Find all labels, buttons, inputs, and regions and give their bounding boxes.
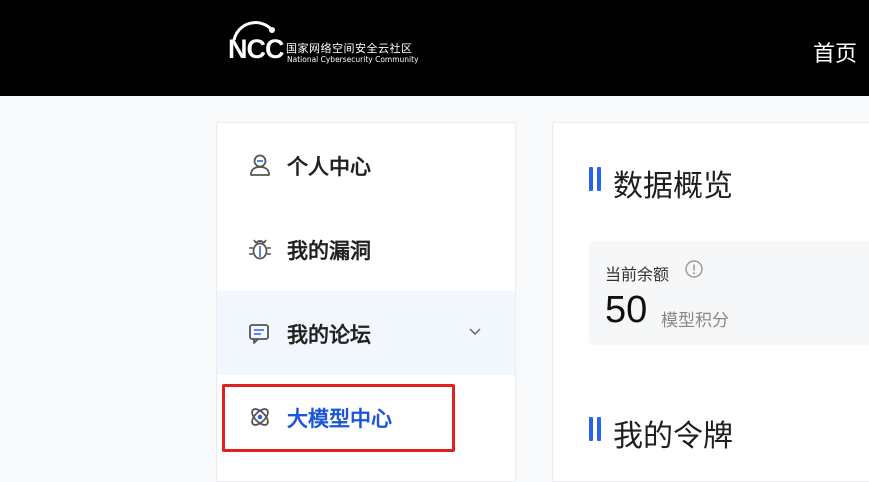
top-navbar: NCC 国家网络空间安全云社区 National Cybersecurity C… — [0, 0, 869, 96]
balance-unit: 模型积分 — [661, 311, 729, 331]
sidebar-item-profile[interactable]: 个人中心 — [217, 123, 515, 207]
info-icon[interactable] — [684, 259, 704, 279]
section-marker-icon — [589, 417, 602, 441]
sidebar-item-label: 个人中心 — [287, 155, 371, 179]
chevron-down-icon[interactable] — [467, 323, 483, 339]
sidebar-item-forum[interactable]: 我的论坛 — [217, 291, 515, 375]
user-icon — [250, 154, 270, 176]
section-title: 我的令牌 — [613, 419, 733, 454]
balance-card: 当前余额 50 模型积分 — [589, 241, 869, 345]
section-marker-icon — [589, 167, 602, 191]
logo-mark-text: NCC — [228, 34, 284, 64]
active-item-highlight — [222, 384, 455, 452]
sidebar-item-label: 我的论坛 — [287, 323, 371, 347]
logo-name-cn: 国家网络空间安全云社区 — [286, 42, 413, 55]
sidebar-item-label: 我的漏洞 — [287, 239, 371, 263]
ncc-logo[interactable]: NCC 国家网络空间安全云社区 National Cybersecurity C… — [226, 20, 426, 70]
bug-icon — [249, 239, 271, 260]
forum-icon — [249, 324, 269, 344]
balance-value: 50 — [605, 289, 648, 331]
sidebar-item-vulnerabilities[interactable]: 我的漏洞 — [217, 207, 515, 291]
logo-name-en: National Cybersecurity Community — [287, 55, 419, 64]
nav-home-link[interactable]: 首页 — [813, 36, 857, 68]
balance-label: 当前余额 — [605, 265, 670, 284]
section-title: 数据概览 — [613, 169, 733, 204]
dashboard-panel: 数据概览 当前余额 50 模型积分 我的令牌 — [552, 122, 869, 482]
